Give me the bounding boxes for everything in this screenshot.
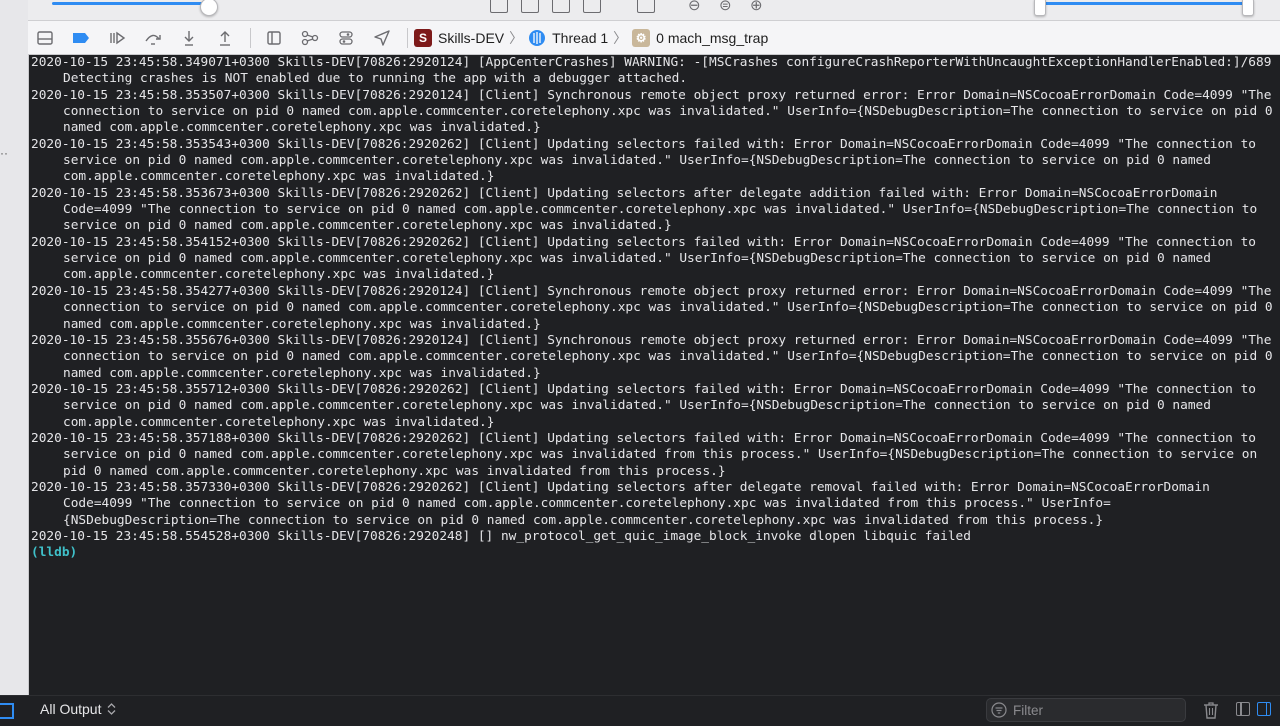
breadcrumb-app-label: Skills-DEV bbox=[438, 29, 505, 46]
step-into-button[interactable] bbox=[178, 27, 200, 49]
debug-area-icon bbox=[37, 30, 53, 45]
breadcrumb-thread[interactable]: Thread 1 bbox=[528, 29, 608, 47]
step-out-button[interactable] bbox=[214, 27, 236, 49]
breakpoint-icon bbox=[73, 32, 89, 43]
memory-icon[interactable] bbox=[552, 0, 570, 13]
thread-icon bbox=[529, 29, 546, 46]
updown-chevron-icon bbox=[108, 703, 116, 715]
console-output[interactable]: 2020-10-15 23:45:58.349071+0300 Skills-D… bbox=[29, 55, 1280, 695]
debug-toolbar: S Skills-DEV 〉 Thread 1 〉 ⚙ 0 mach_msg_t… bbox=[28, 21, 1280, 55]
chevron-right-icon: 〉 bbox=[613, 29, 628, 46]
output-selector[interactable]: All Output bbox=[40, 701, 116, 717]
log-line: 2020-10-15 23:45:58.357330+0300 Skills-D… bbox=[31, 479, 1218, 528]
breadcrumb-frame[interactable]: ⚙ 0 mach_msg_trap bbox=[632, 28, 769, 47]
breadcrumb: S Skills-DEV 〉 Thread 1 〉 ⚙ 0 mach_msg_t… bbox=[414, 28, 768, 48]
zoom-in-icon[interactable]: ⊕ bbox=[750, 0, 763, 14]
log-line: 2020-10-15 23:45:58.349071+0300 Skills-D… bbox=[31, 55, 1280, 87]
variables-view-icon[interactable] bbox=[0, 703, 14, 719]
range-slider[interactable] bbox=[1034, 0, 1254, 16]
breadcrumb-app[interactable]: S Skills-DEV bbox=[414, 28, 505, 47]
step-out-icon bbox=[220, 30, 230, 46]
log-line: 2020-10-15 23:45:58.355676+0300 Skills-D… bbox=[31, 332, 1280, 381]
memory-graph-icon bbox=[301, 30, 319, 45]
show-variables-view-button[interactable] bbox=[1236, 702, 1250, 716]
log-line: 2020-10-15 23:45:58.554528+0300 Skills-D… bbox=[31, 528, 971, 544]
grid-icon[interactable] bbox=[637, 0, 655, 13]
log-line: 2020-10-15 23:45:58.353543+0300 Skills-D… bbox=[31, 136, 1264, 185]
breadcrumb-thread-label: Thread 1 bbox=[552, 29, 609, 46]
show-console-view-button[interactable] bbox=[1257, 702, 1271, 716]
range-slider-fill bbox=[1042, 2, 1242, 5]
log-line: 2020-10-15 23:45:58.354277+0300 Skills-D… bbox=[31, 283, 1280, 332]
log-line: 2020-10-15 23:45:58.353673+0300 Skills-D… bbox=[31, 185, 1265, 234]
chevron-right-icon: 〉 bbox=[509, 29, 524, 46]
environment-overrides-icon bbox=[339, 30, 353, 45]
zoom-out-icon[interactable]: ⊖ bbox=[688, 0, 701, 14]
range-slider-left-handle[interactable] bbox=[1034, 0, 1046, 16]
app-icon: S bbox=[414, 28, 432, 47]
scale-slider-knob[interactable] bbox=[200, 0, 218, 16]
layout-icon[interactable] bbox=[490, 0, 508, 13]
environment-overrides-button[interactable] bbox=[335, 27, 357, 49]
frame-icon[interactable] bbox=[521, 0, 539, 13]
breakpoints-toggle-button[interactable] bbox=[70, 27, 92, 49]
more-icon: ·· bbox=[0, 146, 8, 160]
step-into-icon bbox=[184, 30, 194, 46]
log-line: 2020-10-15 23:45:58.355712+0300 Skills-D… bbox=[31, 381, 1264, 430]
view-hierarchy-button[interactable] bbox=[263, 27, 285, 49]
continue-button[interactable] bbox=[106, 27, 128, 49]
output-selector-label: All Output bbox=[40, 701, 102, 717]
trash-icon bbox=[1204, 702, 1218, 719]
memory-graph-button[interactable] bbox=[299, 27, 321, 49]
filter-field[interactable] bbox=[986, 698, 1186, 722]
filter-input[interactable] bbox=[1011, 701, 1175, 719]
log-line: 2020-10-15 23:45:58.357188+0300 Skills-D… bbox=[31, 430, 1265, 479]
lldb-prompt[interactable]: (lldb) bbox=[31, 545, 1280, 561]
location-arrow-icon bbox=[374, 29, 390, 46]
zoom-fit-icon[interactable]: ⊜ bbox=[719, 0, 732, 14]
log-line: 2020-10-15 23:45:58.353507+0300 Skills-D… bbox=[31, 87, 1280, 136]
navigator-edge: ·· bbox=[0, 0, 29, 725]
gear-icon: ⚙ bbox=[632, 28, 651, 47]
simulate-location-button[interactable] bbox=[371, 27, 393, 49]
continue-icon bbox=[110, 31, 126, 44]
view-hierarchy-icon bbox=[267, 30, 281, 45]
log-lines: 2020-10-15 23:45:58.349071+0300 Skills-D… bbox=[29, 55, 1280, 545]
stack-icon[interactable] bbox=[583, 0, 601, 13]
step-over-button[interactable] bbox=[142, 27, 164, 49]
clear-console-button[interactable] bbox=[1203, 701, 1219, 724]
toolbar-separator bbox=[407, 27, 408, 48]
scale-slider[interactable] bbox=[52, 0, 218, 16]
filter-icon bbox=[991, 702, 1007, 718]
toolbar-separator bbox=[250, 27, 251, 48]
breadcrumb-frame-label: 0 mach_msg_trap bbox=[656, 29, 769, 46]
log-line: 2020-10-15 23:45:58.354152+0300 Skills-D… bbox=[31, 234, 1264, 283]
canvas-controls-bar: ⊖ ⊜ ⊕ bbox=[28, 0, 1280, 21]
range-slider-right-handle[interactable] bbox=[1242, 0, 1254, 16]
step-over-icon bbox=[145, 34, 161, 45]
hide-debug-area-button[interactable] bbox=[34, 27, 56, 49]
